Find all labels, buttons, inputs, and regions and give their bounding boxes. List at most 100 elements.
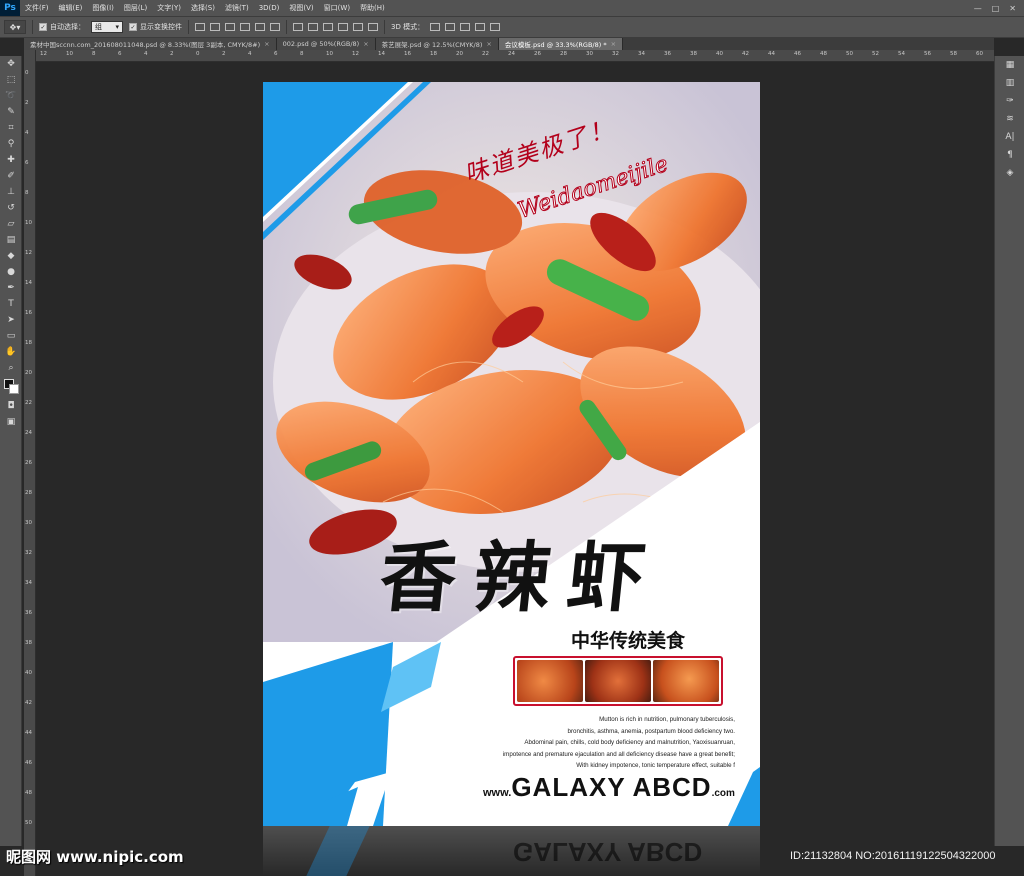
close-button[interactable]: ✕ [1009,4,1016,13]
path-select-tool-icon[interactable]: ➤ [0,312,22,328]
properties-panel-icon[interactable]: ▥ [995,74,1024,92]
align-right-icon[interactable] [270,23,280,31]
align-hcenter-icon[interactable] [255,23,265,31]
menu-3d[interactable]: 3D(D) [254,4,285,12]
ruler-tick-label: 12 [25,250,32,256]
distribute-left-icon[interactable] [338,23,348,31]
menu-view[interactable]: 视图(V) [284,3,318,13]
menu-select[interactable]: 选择(S) [186,3,220,13]
dodge-tool-icon[interactable]: ● [0,264,22,280]
vertical-ruler[interactable]: 0 2 4 6 8 10 12 14 16 18 20 22 24 26 28 30 32 34 36 38 40 42 4… [24,50,36,876]
ruler-tick-label: 24 [508,51,515,57]
ruler-tick-label: 22 [25,400,32,406]
distribute-right-icon[interactable] [368,23,378,31]
dish-thumbnails [513,656,723,706]
eraser-tool-icon[interactable]: ▱ [0,216,22,232]
menu-image[interactable]: 图像(I) [87,3,119,13]
ruler-tick-label: 28 [25,490,32,496]
ruler-tick-label: 46 [25,760,32,766]
align-top-icon[interactable] [195,23,205,31]
maximize-button[interactable]: □ [992,4,1000,13]
auto-select-option[interactable]: ✓ 自动选择： [39,22,85,32]
menu-help[interactable]: 帮助(H) [355,3,390,13]
align-bottom-icon[interactable] [225,23,235,31]
hand-tool-icon[interactable]: ✋ [0,344,22,360]
shape-tool-icon[interactable]: ▭ [0,328,22,344]
menu-layer[interactable]: 图层(L) [119,3,152,13]
distribute-vcenter-icon[interactable] [308,23,318,31]
3d-rotate-icon[interactable] [430,23,441,31]
lasso-tool-icon[interactable]: ➰ [0,88,22,104]
screen-mode-icon[interactable]: ▣ [0,414,22,430]
blur-tool-icon[interactable]: ◆ [0,248,22,264]
poster-canvas[interactable]: 味道美极了！ Weidaomeijile 香辣虾 中华传统美食 Mutton i… [263,82,760,826]
type-tool-icon[interactable]: T [0,296,22,312]
close-icon[interactable]: × [611,40,616,48]
move-tool-icon[interactable]: ✥ [0,56,22,72]
close-icon[interactable]: × [486,40,491,48]
tab-label: 会议模板.psd @ 33.3%(RGB/8) * [504,41,607,49]
ruler-tick-label: 34 [25,580,32,586]
tab-document-1[interactable]: 素材中国sccnn.com_20160801104​8.psd @ 8.33%(… [24,38,277,50]
tools-preset-icon[interactable]: ✑ [995,92,1024,110]
3d-roll-icon[interactable] [445,23,456,31]
paragraph-panel-icon[interactable]: ¶ [995,146,1024,164]
brush-panel-icon[interactable]: ≋ [995,110,1024,128]
pen-tool-icon[interactable]: ✒ [0,280,22,296]
stamp-tool-icon[interactable]: ⊥ [0,184,22,200]
align-vcenter-icon[interactable] [210,23,220,31]
history-panel-icon[interactable]: ▦ [995,56,1024,74]
menu-edit[interactable]: 编辑(E) [54,3,88,13]
history-brush-icon[interactable]: ↺ [0,200,22,216]
chevron-down-icon: ▾ [115,23,119,31]
horizontal-ruler[interactable]: 12 10 8 6 4 2 0 2 4 6 8 10 12 14 16 18 20 22 24 26 28 30 32 34 3… [36,50,994,62]
auto-select-checkbox[interactable]: ✓ [39,23,47,31]
move-tool-preset-icon[interactable]: ✥▾ [4,20,26,34]
ruler-tick-label: 22 [482,51,489,57]
3d-scale-icon[interactable] [490,23,501,31]
ruler-tick-label: 16 [25,310,32,316]
ruler-tick-label: 48 [25,790,32,796]
background-color-swatch[interactable] [9,384,19,394]
menu-window[interactable]: 窗口(W) [319,3,355,13]
distribute-top-icon[interactable] [293,23,303,31]
crop-tool-icon[interactable]: ⌗ [0,120,22,136]
ruler-tick-label: 6 [274,51,278,57]
ruler-tick-label: 2 [222,51,226,57]
minimize-button[interactable]: — [974,4,982,13]
quick-mask-icon[interactable]: ◘ [0,398,22,414]
close-icon[interactable]: × [264,40,269,48]
tab-document-active[interactable]: 会议模板.psd @ 33.3%(RGB/8) * × [498,38,624,50]
distribute-hcenter-icon[interactable] [353,23,363,31]
eyedropper-tool-icon[interactable]: ⚲ [0,136,22,152]
menu-filter[interactable]: 滤镜(T) [220,3,254,13]
thumbnail-dish-1 [517,660,583,702]
tab-document-3[interactable]: 茶艺展架.psd @ 12.5%(CMYK/8) × [375,38,499,50]
quick-select-tool-icon[interactable]: ✎ [0,104,22,120]
menu-type[interactable]: 文字(Y) [152,3,186,13]
3d-pan-icon[interactable] [460,23,471,31]
menu-file[interactable]: 文件(F) [20,3,54,13]
ruler-tick-label: 14 [378,51,385,57]
close-icon[interactable]: × [363,40,368,48]
align-left-icon[interactable] [240,23,250,31]
ruler-tick-label: 46 [794,51,801,57]
ruler-tick-label: 36 [664,51,671,57]
auto-select-dropdown[interactable]: 组 ▾ [91,21,123,33]
tab-label: 素材中国sccnn.com_20160801104​8.psd @ 8.33%(… [30,41,261,49]
brush-tool-icon[interactable]: ✐ [0,168,22,184]
tab-document-2[interactable]: 002.psd @ 50%(RGB/8) × [276,38,376,50]
marquee-tool-icon[interactable]: ⬚ [0,72,22,88]
gradient-tool-icon[interactable]: ▤ [0,232,22,248]
3d-slide-icon[interactable] [475,23,486,31]
description-line: impotence and premature ejaculation and … [502,750,735,758]
show-transform-option[interactable]: ✓ 显示变换控件 [129,22,182,32]
show-transform-checkbox[interactable]: ✓ [129,23,137,31]
distribute-bottom-icon[interactable] [323,23,333,31]
3d-panel-icon[interactable]: ◈ [995,164,1024,182]
color-swatches[interactable] [0,376,22,398]
healing-tool-icon[interactable]: ✚ [0,152,22,168]
photoshop-window: Ps 文件(F) 编辑(E) 图像(I) 图层(L) 文字(Y) 选择(S) 滤… [0,0,1024,876]
character-panel-icon[interactable]: A| [995,128,1024,146]
zoom-tool-icon[interactable]: ⌕ [0,360,22,376]
